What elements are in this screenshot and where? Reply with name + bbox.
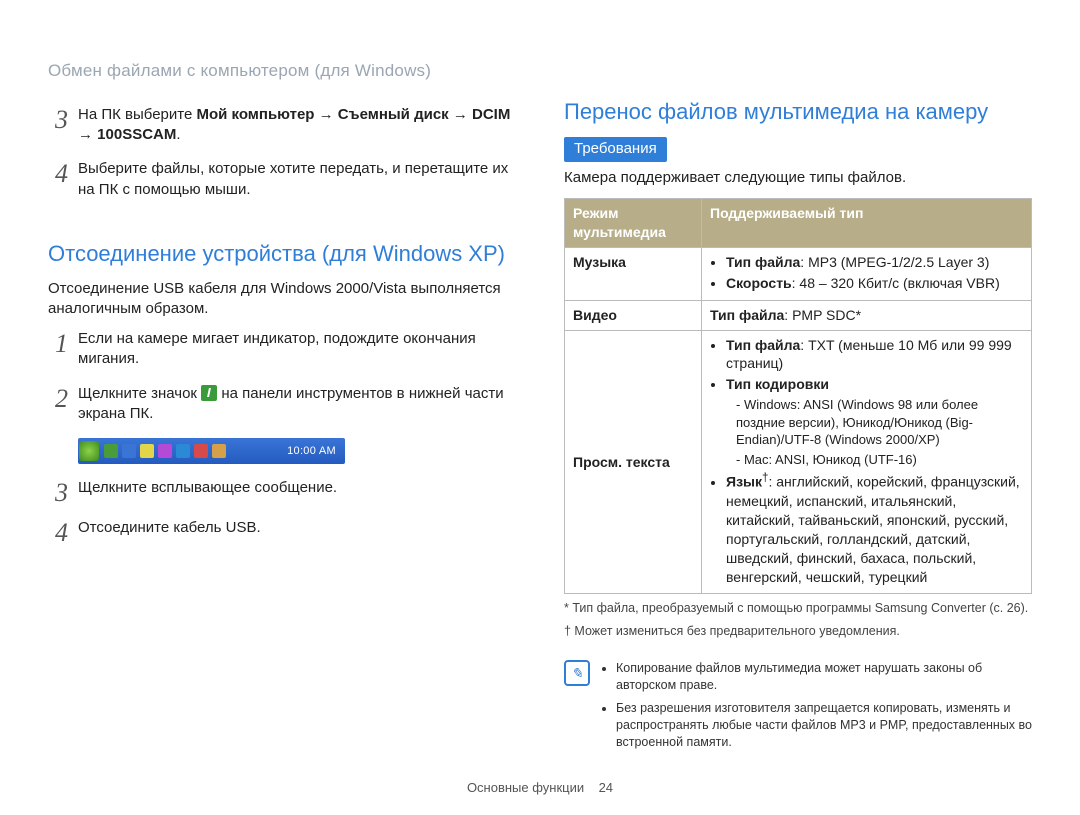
tray-icon (140, 444, 154, 458)
disconnect-step-4: 4 Отсоедините кабель USB. (48, 518, 516, 544)
tray-icon (212, 444, 226, 458)
page-content: Обмен файлами с компьютером (для Windows… (0, 0, 1080, 757)
note-icon: ✎ (564, 660, 590, 686)
requirements-table: Режим мультимедиа Поддерживаемый тип Муз… (564, 198, 1032, 594)
taskbar-image: 10:00 AM (78, 438, 345, 464)
step-body: На ПК выберите Мой компьютер → Съемный д… (78, 105, 516, 146)
cell-type: Тип файла: MP3 (MPEG-1/2/2.5 Layer 3) Ск… (702, 247, 1032, 300)
table-row: Просм. текста Тип файла: TXT (меньше 10 … (565, 330, 1032, 594)
list-item: Язык†: английский, корейский, французски… (726, 470, 1023, 586)
table-row: Музыка Тип файла: MP3 (MPEG-1/2/2.5 Laye… (565, 247, 1032, 300)
subsection-label: Требования (564, 137, 667, 162)
tip-list: Копирование файлов мультимедиа может нар… (600, 660, 1032, 756)
cell-mode: Музыка (565, 247, 702, 300)
unplug-icon (201, 385, 217, 401)
step-number: 3 (48, 480, 68, 506)
sub-item: Mac: ANSI, Юникод (UTF-16) (736, 451, 1023, 469)
tray-icon (122, 444, 136, 458)
spacer (564, 60, 1032, 98)
sub-item: Windows: ANSI (Windows 98 или более позд… (736, 396, 1023, 449)
step-body: Выберите файлы, которые хотите передать,… (78, 159, 516, 200)
page-footer: Основные функции 24 (0, 779, 1080, 797)
tray-icon (176, 444, 190, 458)
step-4: 4 Выберите файлы, которые хотите передат… (48, 159, 516, 200)
left-column: Обмен файлами с компьютером (для Windows… (48, 60, 516, 757)
cell-type: Тип файла: TXT (меньше 10 Мб или 99 999 … (702, 330, 1032, 594)
step-3: 3 На ПК выберите Мой компьютер → Съемный… (48, 105, 516, 146)
table-header-row: Режим мультимедиа Поддерживаемый тип (565, 199, 1032, 248)
step-number: 3 (48, 107, 68, 148)
tray-icon (104, 444, 118, 458)
tip-box: ✎ Копирование файлов мультимедиа может н… (564, 654, 1032, 756)
step-body: Отсоедините кабель USB. (78, 518, 516, 544)
step-body: Щелкните всплывающее сообщение. (78, 478, 516, 504)
text: На ПК выберите (78, 106, 196, 123)
step-number: 1 (48, 331, 68, 372)
list-item: Тип файла: TXT (меньше 10 Мб или 99 999 … (726, 336, 1023, 374)
disconnect-step-1: 1 Если на камере мигает индикатор, подож… (48, 329, 516, 370)
section-heading: Перенос файлов мультимедиа на камеру (564, 98, 1032, 127)
disconnect-step-3: 3 Щелкните всплывающее сообщение. (48, 478, 516, 504)
start-button-icon (79, 441, 99, 461)
cell-mode: Просм. текста (565, 330, 702, 594)
step-number: 4 (48, 520, 68, 546)
step-body: Щелкните значок на панели инструментов в… (78, 384, 516, 425)
right-column: Перенос файлов мультимедиа на камеру Тре… (564, 60, 1032, 757)
cell-mode: Видео (565, 300, 702, 330)
text: Камера поддерживает следующие типы файло… (564, 168, 1032, 188)
list-item: Скорость: 48 – 320 Кбит/с (включая VBR) (726, 274, 1023, 293)
table-row: Видео Тип файла: PMP SDC* (565, 300, 1032, 330)
step-number: 2 (48, 386, 68, 427)
text: Щелкните значок (78, 385, 201, 402)
th-type: Поддерживаемый тип (702, 199, 1032, 248)
list-item: Тип файла: MP3 (MPEG-1/2/2.5 Layer 3) (726, 253, 1023, 272)
taskbar-clock: 10:00 AM (279, 444, 344, 459)
footer-section: Основные функции (467, 780, 584, 795)
cell-type: Тип файла: PMP SDC* (702, 300, 1032, 330)
tray-icon (158, 444, 172, 458)
th-mode: Режим мультимедиа (565, 199, 702, 248)
disconnect-step-2: 2 Щелкните значок на панели инструментов… (48, 384, 516, 425)
step-number: 4 (48, 161, 68, 202)
footnote: † Может измениться без предварительного … (564, 623, 1032, 640)
step-body: Если на камере мигает индикатор, подожди… (78, 329, 516, 370)
section-heading: Отсоединение устройства (для Windows XP) (48, 240, 516, 269)
tip-item: Без разрешения изготовителя запрещается … (616, 700, 1032, 751)
list-item: Тип кодировки Windows: ANSI (Windows 98 … (726, 375, 1023, 468)
page-header: Обмен файлами с компьютером (для Windows… (48, 60, 516, 83)
tray-icon (194, 444, 208, 458)
footnote: * Тип файла, преобразуемый с помощью про… (564, 600, 1032, 617)
section-note: Отсоединение USB кабеля для Windows 2000… (48, 279, 516, 320)
text: . (176, 126, 180, 143)
tip-item: Копирование файлов мультимедиа может нар… (616, 660, 1032, 694)
footer-page: 24 (599, 780, 613, 795)
